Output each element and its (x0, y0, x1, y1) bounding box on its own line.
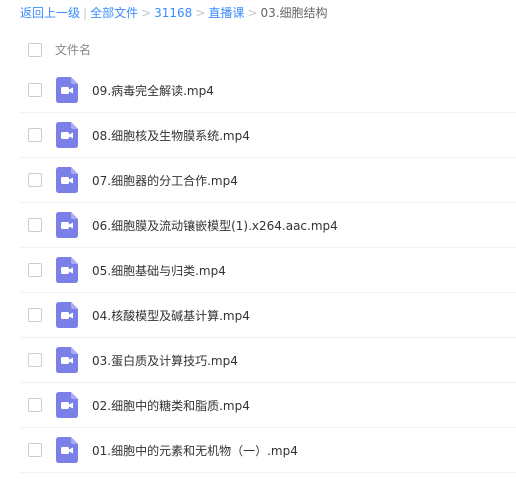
file-row[interactable]: 06.细胞膜及流动镶嵌模型(1).x264.aac.mp4 (0, 203, 516, 248)
breadcrumb-divider: | (83, 6, 88, 20)
file-row[interactable]: 03.蛋白质及计算技巧.mp4 (0, 338, 516, 383)
back-link[interactable]: 返回上一级 (20, 6, 80, 20)
file-row[interactable]: 07.细胞器的分工合作.mp4 (0, 158, 516, 203)
file-row-checkbox[interactable] (28, 128, 42, 142)
breadcrumb: 返回上一级 | 全部文件 >31168 > 直播课 >03.细胞结构 (20, 4, 328, 22)
select-all-checkbox[interactable] (28, 43, 42, 57)
breadcrumb-live-class[interactable]: 直播课 (208, 6, 244, 20)
file-name[interactable]: 06.细胞膜及流动镶嵌模型(1).x264.aac.mp4 (92, 217, 338, 234)
file-name[interactable]: 08.细胞核及生物膜系统.mp4 (92, 127, 250, 144)
file-row-checkbox[interactable] (28, 308, 42, 322)
row-divider (20, 472, 516, 473)
file-row-checkbox[interactable] (28, 353, 42, 367)
video-file-icon (56, 77, 78, 103)
file-list-header: 文件名 (0, 30, 516, 68)
breadcrumb-31168[interactable]: 31168 (154, 6, 192, 20)
file-row[interactable]: 04.核酸模型及碱基计算.mp4 (0, 293, 516, 338)
file-row[interactable]: 08.细胞核及生物膜系统.mp4 (0, 113, 516, 158)
file-row-checkbox[interactable] (28, 83, 42, 97)
file-row[interactable]: 02.细胞中的糖类和脂质.mp4 (0, 383, 516, 428)
file-name[interactable]: 04.核酸模型及碱基计算.mp4 (92, 307, 250, 324)
video-file-icon (56, 392, 78, 418)
file-row[interactable]: 01.细胞中的元素和无机物（一）.mp4 (0, 428, 516, 473)
file-name[interactable]: 07.细胞器的分工合作.mp4 (92, 172, 238, 189)
file-name[interactable]: 02.细胞中的糖类和脂质.mp4 (92, 397, 250, 414)
breadcrumb-all-files[interactable]: 全部文件 (90, 6, 138, 20)
breadcrumb-separator: > (247, 6, 258, 20)
file-row[interactable]: 09.病毒完全解读.mp4 (0, 68, 516, 113)
video-file-icon (56, 257, 78, 283)
file-name[interactable]: 09.病毒完全解读.mp4 (92, 82, 214, 99)
breadcrumb-current: 03.细胞结构 (260, 6, 328, 20)
file-row-checkbox[interactable] (28, 218, 42, 232)
video-file-icon (56, 437, 78, 463)
file-row-checkbox[interactable] (28, 263, 42, 277)
video-file-icon (56, 122, 78, 148)
column-header-filename: 文件名 (55, 43, 92, 57)
file-name[interactable]: 01.细胞中的元素和无机物（一）.mp4 (92, 442, 298, 459)
file-row-checkbox[interactable] (28, 398, 42, 412)
file-row[interactable]: 05.细胞基础与归类.mp4 (0, 248, 516, 293)
video-file-icon (56, 302, 78, 328)
breadcrumb-separator: > (141, 6, 152, 20)
video-file-icon (56, 212, 78, 238)
file-name[interactable]: 05.细胞基础与归类.mp4 (92, 262, 226, 279)
video-file-icon (56, 347, 78, 373)
file-name[interactable]: 03.蛋白质及计算技巧.mp4 (92, 352, 238, 369)
video-file-icon (56, 167, 78, 193)
file-row-checkbox[interactable] (28, 173, 42, 187)
file-row-checkbox[interactable] (28, 443, 42, 457)
breadcrumb-separator: > (195, 6, 206, 20)
